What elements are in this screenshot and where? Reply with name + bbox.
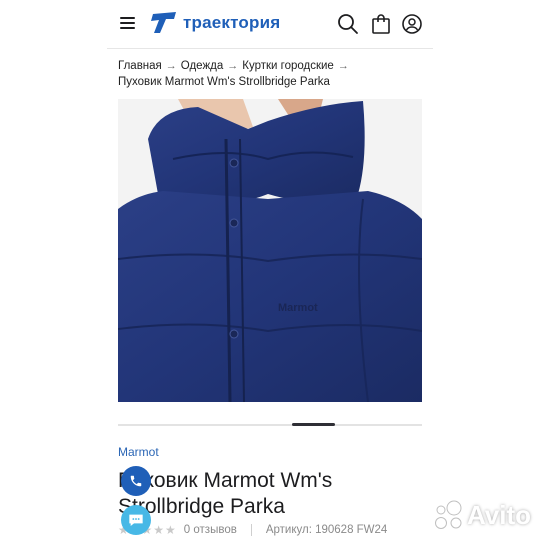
breadcrumb-current: Пуховик Marmot Wm's Strollbridge Parka bbox=[118, 76, 330, 88]
site-header: траектория bbox=[107, 0, 433, 49]
site-logo[interactable]: траектория bbox=[149, 10, 280, 36]
product-image[interactable]: Marmot bbox=[118, 99, 422, 402]
arrow-right-icon: → bbox=[337, 60, 349, 72]
arrow-right-icon: → bbox=[165, 60, 177, 72]
product-title: Пуховик Marmot Wm's Strollbridge Parka bbox=[118, 469, 333, 518]
arrow-right-icon: → bbox=[227, 60, 239, 72]
avito-text: Avito bbox=[467, 499, 532, 530]
hamburger-icon[interactable] bbox=[120, 17, 135, 29]
user-icon[interactable] bbox=[401, 13, 423, 35]
product-page: траектория Главная → Одежда → Куртки гор… bbox=[107, 0, 433, 540]
article-number: Артикул: 190628 FW24 bbox=[265, 524, 388, 536]
chat-button[interactable] bbox=[121, 505, 151, 535]
breadcrumb: Главная → Одежда → Куртки городские → Пу… bbox=[118, 58, 428, 90]
slide-indicator[interactable] bbox=[292, 423, 335, 426]
logo-mark-icon bbox=[151, 12, 176, 33]
logo-text: траектория bbox=[183, 13, 281, 32]
breadcrumb-link-city-jackets[interactable]: Куртки городские bbox=[242, 58, 334, 74]
reviews-link[interactable]: 0 отзывов bbox=[184, 524, 237, 536]
chat-icon bbox=[129, 514, 143, 526]
call-button[interactable] bbox=[121, 466, 151, 496]
gallery-slider bbox=[118, 423, 422, 426]
breadcrumb-link-clothing[interactable]: Одежда bbox=[181, 58, 223, 74]
meta-divider bbox=[250, 524, 252, 536]
product-meta: ★★★★★ 0 отзывов Артикул: 190628 FW24 bbox=[118, 523, 433, 537]
breadcrumb-link-home[interactable]: Главная bbox=[118, 58, 162, 74]
jacket-illustration: Marmot bbox=[118, 99, 422, 402]
shopping-bag-icon[interactable] bbox=[370, 13, 392, 35]
phone-icon bbox=[130, 475, 142, 487]
avito-logo-icon bbox=[435, 500, 462, 529]
avito-watermark: Avito bbox=[432, 498, 531, 532]
product-brand-link[interactable]: Marmot bbox=[118, 445, 159, 459]
search-icon[interactable] bbox=[337, 13, 359, 35]
jacket-logo: Marmot bbox=[278, 302, 318, 314]
